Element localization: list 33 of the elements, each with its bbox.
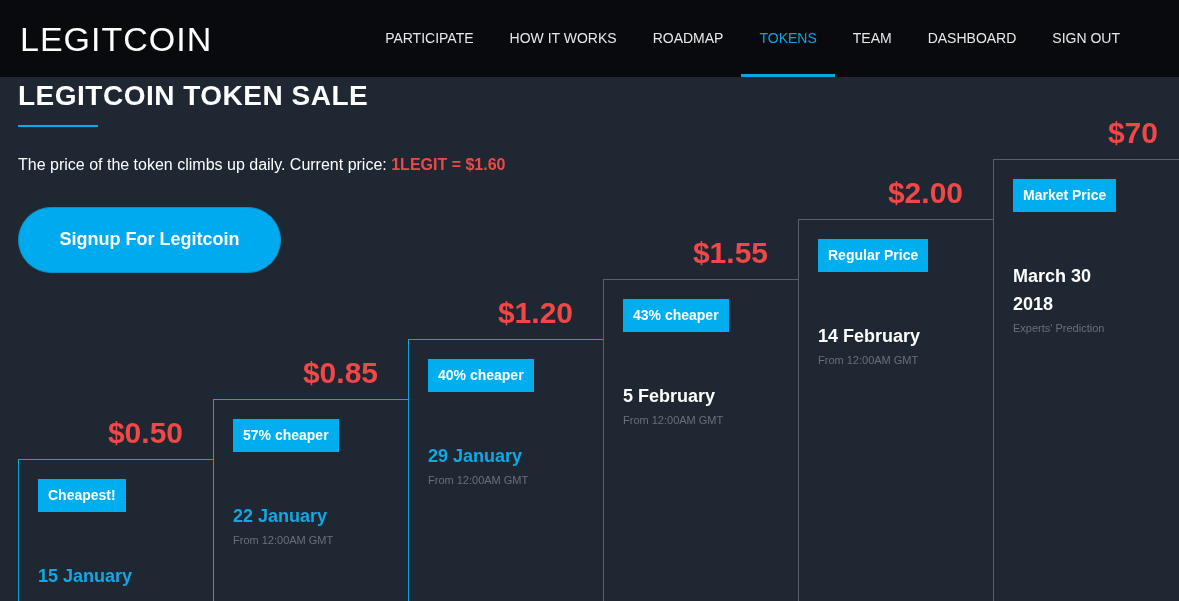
tier-price: $0.50: [106, 415, 184, 451]
tier-badge: Regular Price: [818, 239, 929, 272]
price-text: The price of the token climbs up daily. Current price: 1LEGIT = $1.60: [18, 154, 507, 175]
tier-note: From 12:00AM GMT: [233, 533, 335, 548]
nav-link[interactable]: TOKENS: [741, 0, 835, 77]
nav-link[interactable]: SIGN OUT: [1034, 0, 1138, 77]
nav-link[interactable]: TEAM: [834, 0, 910, 77]
tier-date: 15 January: [38, 565, 134, 588]
tier-note: From 12:00AM GMT: [818, 353, 920, 368]
nav-link[interactable]: ROADMAP: [634, 0, 742, 77]
tier-note: From 12:00AM GMT: [623, 413, 725, 428]
nav-link[interactable]: HOW IT WORKS: [491, 0, 635, 77]
tier-badge: Market Price: [1013, 179, 1117, 212]
tier-date: 5 February: [623, 385, 717, 408]
tier-badge: Cheapest!: [38, 479, 126, 512]
tier-badge: 40% cheaper: [428, 359, 534, 392]
tier-badge: 57% cheaper: [233, 419, 339, 452]
section-title: LEGITCOIN TOKEN SALE: [18, 79, 370, 113]
tier-price: $0.85: [301, 355, 379, 391]
tier-price: $1.20: [496, 295, 574, 331]
tier-date: 14 February: [818, 325, 922, 348]
tier-price: $2.00: [886, 175, 964, 211]
nav-link[interactable]: PARTICIPATE: [367, 0, 492, 77]
tier-price: $70: [1106, 115, 1159, 151]
logo[interactable]: LEGITCOIN: [20, 21, 213, 56]
tier-date: March 30 2018: [1013, 265, 1093, 316]
tier-note: Experts' Prediction: [1013, 321, 1106, 336]
tier-note: From 12:00AM GMT: [428, 473, 530, 488]
tier-date: 22 January: [233, 505, 329, 528]
nav-link[interactable]: DASHBOARD: [909, 0, 1035, 77]
tier-date: 29 January: [428, 445, 524, 468]
tier-badge: 43% cheaper: [623, 299, 729, 332]
tier-price: $1.55: [691, 235, 769, 271]
